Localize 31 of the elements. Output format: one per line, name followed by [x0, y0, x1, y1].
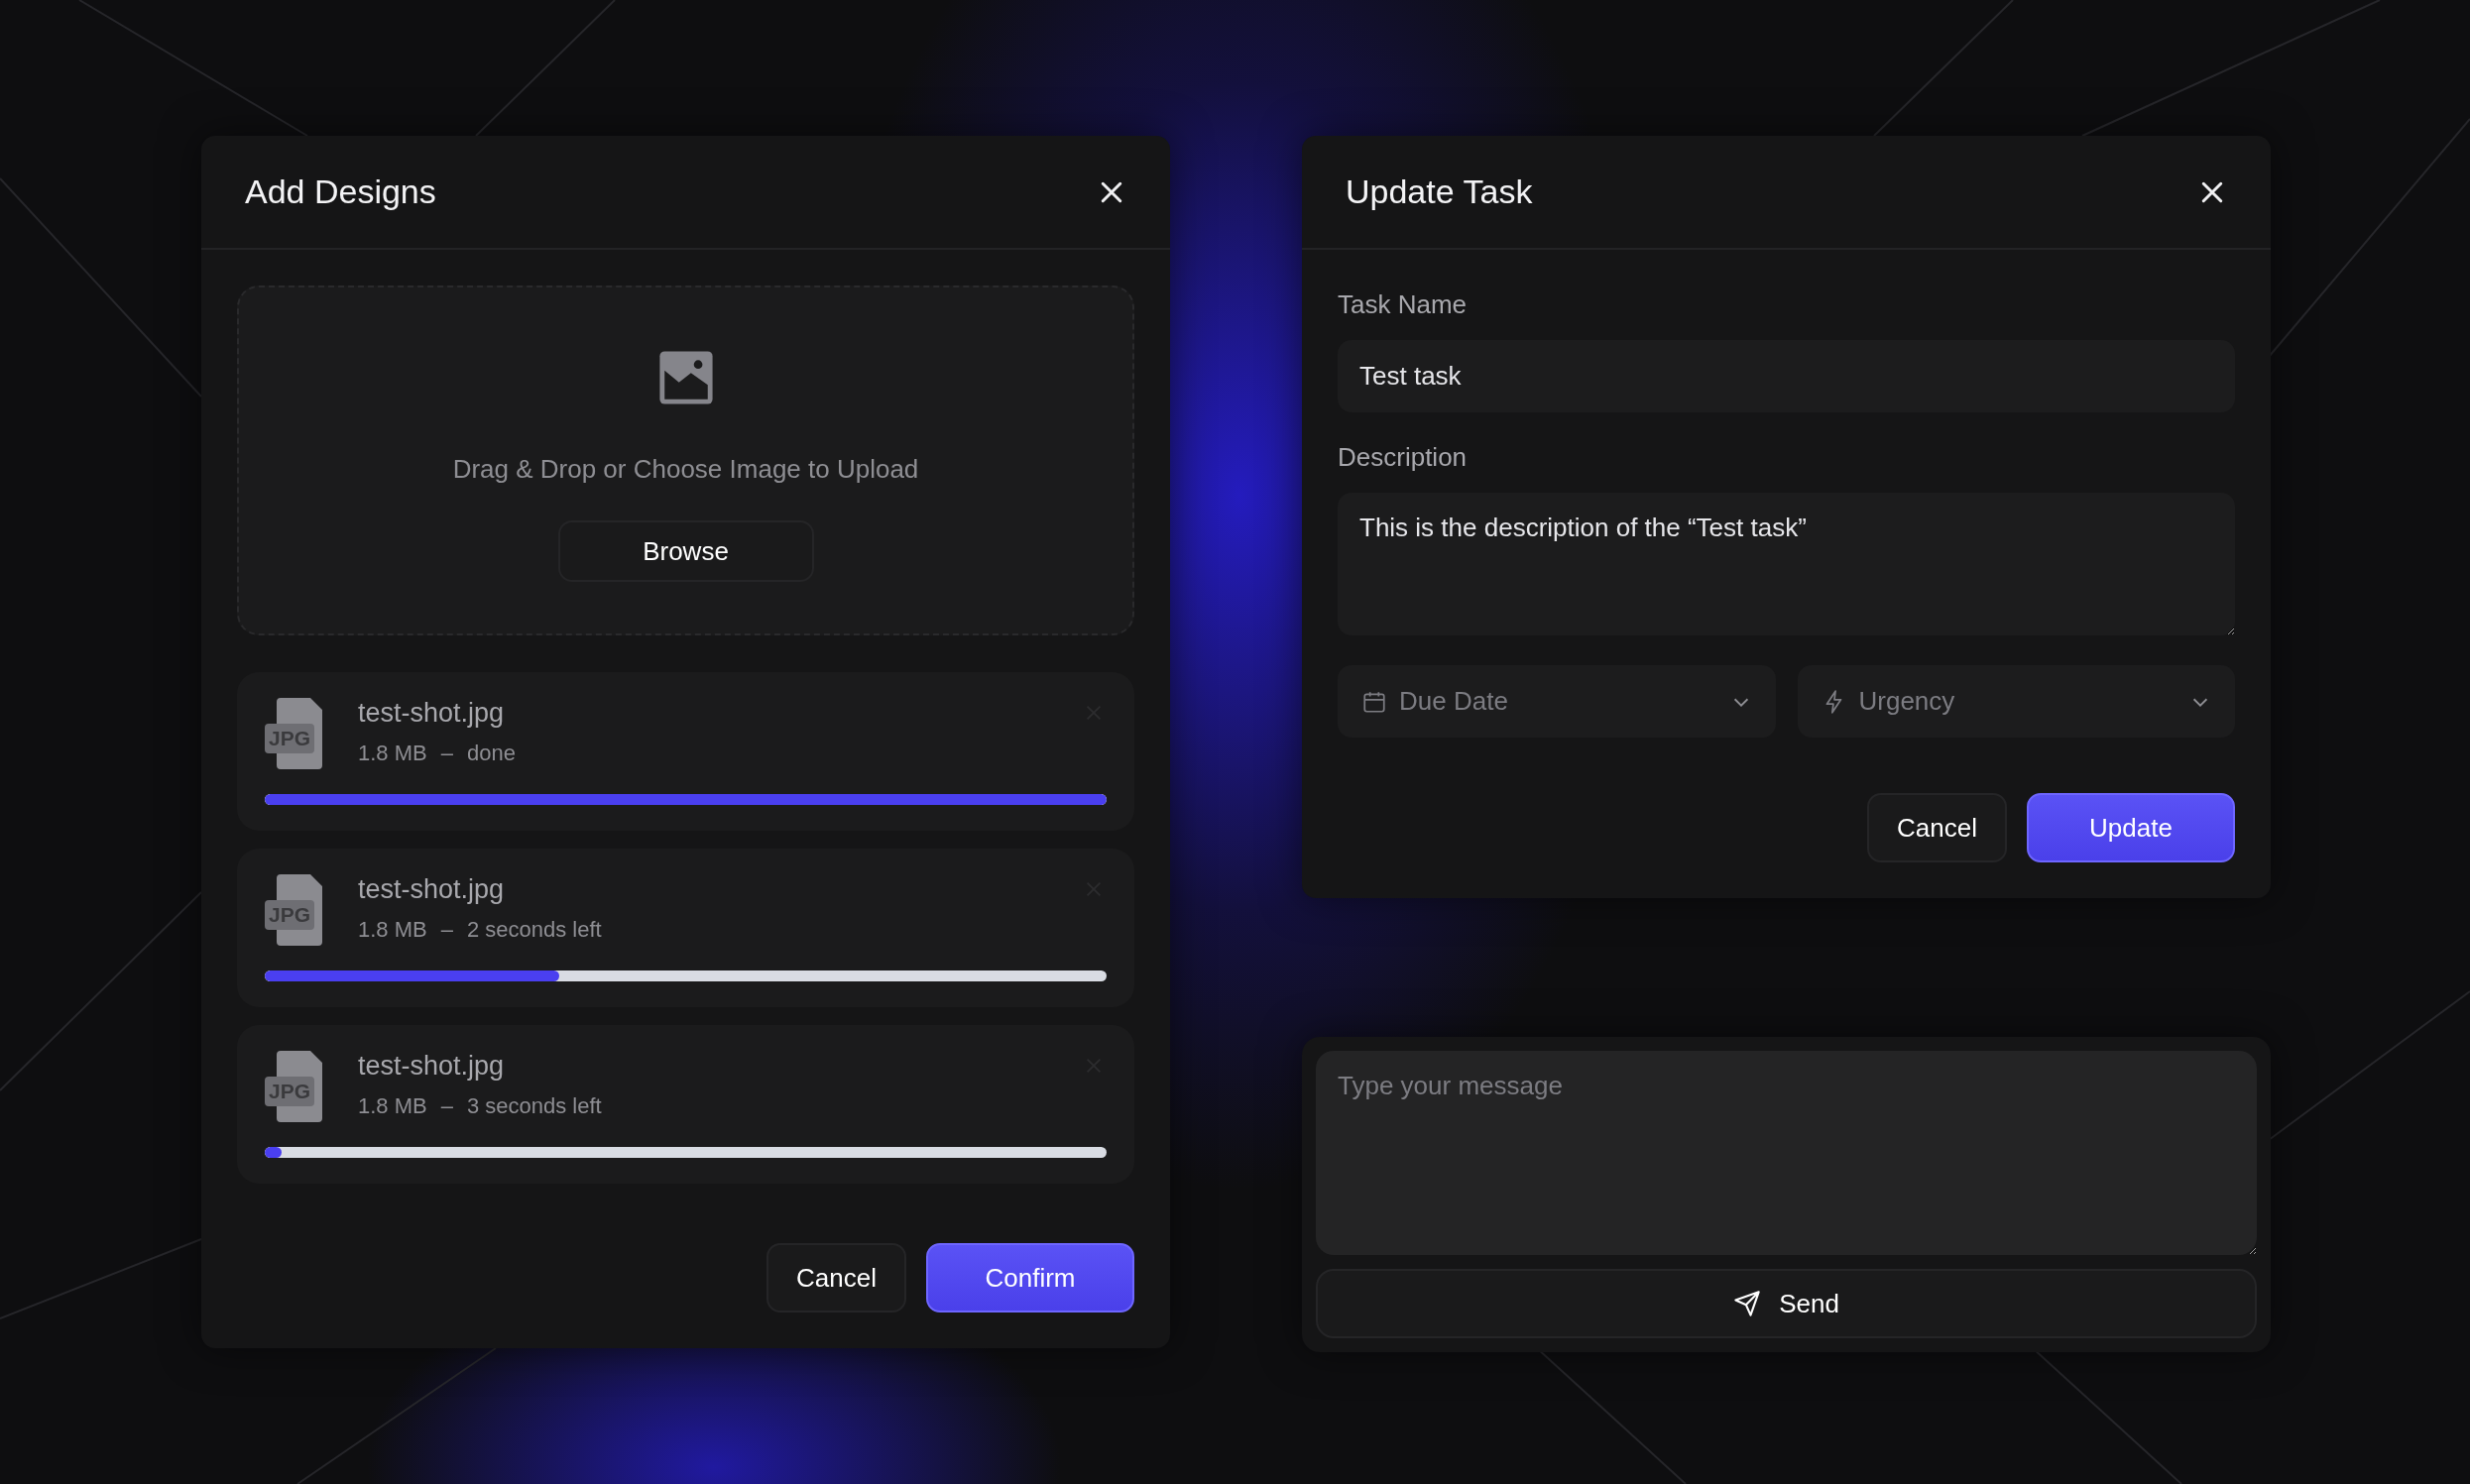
browse-button[interactable]: Browse — [557, 520, 814, 582]
field-label: Task Name — [1338, 289, 1469, 320]
file-name: test-shot.jpg — [358, 698, 506, 729]
file-size: 1.8 MB — [358, 1093, 427, 1119]
update-button[interactable]: Update — [2027, 793, 2235, 862]
image-icon — [656, 349, 715, 406]
file-name: test-shot.jpg — [358, 874, 506, 905]
file-name: test-shot.jpg — [358, 1051, 506, 1082]
dialog-title: Add Designs — [245, 172, 436, 211]
dropzone-text: Drag & Drop or Choose Image to Upload — [452, 454, 919, 485]
dropzone[interactable]: Drag & Drop or Choose Image to Upload Browse — [237, 285, 1134, 635]
dropdown[interactable]: Due Date — [1338, 665, 1776, 738]
upload-status: done — [466, 741, 516, 766]
description-field[interactable]: This is the description of the “Test task” — [1338, 493, 2235, 635]
separator: – — [440, 1093, 453, 1119]
dropdown[interactable]: Urgency — [1797, 665, 2235, 738]
task-name-field[interactable]: Test task — [1338, 340, 2235, 412]
separator: – — [440, 917, 453, 943]
confirm-button[interactable]: Confirm — [926, 1243, 1134, 1313]
upload-status: 2 seconds left — [466, 917, 602, 943]
send-icon — [1733, 1290, 1762, 1317]
cancel-button[interactable]: Cancel — [1867, 793, 2007, 862]
upload-status: 3 seconds left — [466, 1093, 602, 1119]
dialog-title: Update Task — [1346, 172, 1533, 211]
separator: – — [440, 741, 453, 766]
file-size: 1.8 MB — [358, 741, 427, 766]
cancel-button[interactable]: Cancel — [766, 1243, 906, 1313]
file-size: 1.8 MB — [358, 917, 427, 943]
field-label: Description — [1338, 442, 1469, 473]
send-button[interactable]: Send — [1316, 1269, 2257, 1338]
message-field[interactable]: Type your message — [1316, 1051, 2257, 1255]
